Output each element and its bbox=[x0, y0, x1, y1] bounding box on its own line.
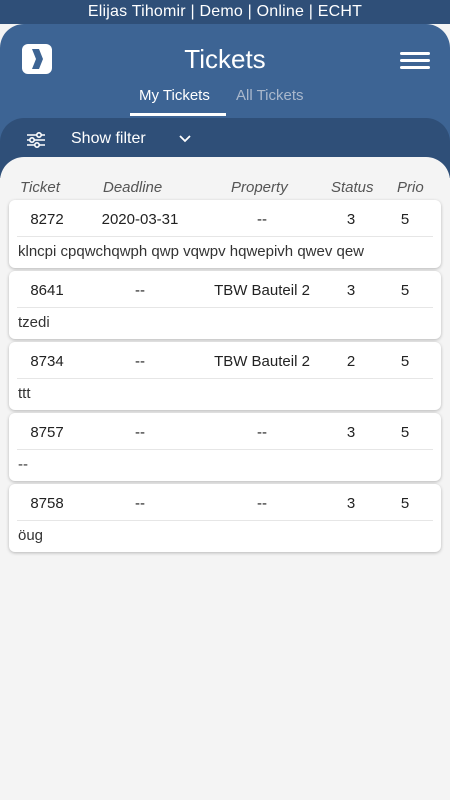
ticket-card[interactable]: 8272 2020-03-31 -- 3 5 klncpi cpqwchqwph… bbox=[9, 200, 441, 268]
ticket-property: TBW Bauteil 2 bbox=[214, 353, 310, 370]
tab-bar: My Tickets All Tickets bbox=[0, 86, 450, 118]
column-header-prio: Prio bbox=[397, 179, 424, 196]
status-bar: Elijas Tihomir | Demo | Online | ECHT bbox=[0, 0, 450, 24]
tab-all-tickets[interactable]: All Tickets bbox=[236, 86, 304, 106]
ticket-description: klncpi cpqwchqwph qwp vqwpv hqwepivh qwe… bbox=[18, 243, 365, 260]
status-bar-text: Elijas Tihomir | Demo | Online | ECHT bbox=[87, 3, 363, 20]
column-header-ticket: Ticket bbox=[20, 179, 60, 196]
chevron-down-icon bbox=[179, 135, 191, 143]
ticket-prio: 5 bbox=[400, 211, 410, 228]
ticket-description: tzedi bbox=[18, 314, 50, 331]
show-filter-label: Show filter bbox=[71, 130, 146, 147]
ticket-status: 3 bbox=[346, 424, 356, 441]
ticket-card[interactable]: 8758 -- -- 3 5 öug bbox=[9, 484, 441, 552]
ticket-deadline: -- bbox=[135, 353, 145, 370]
row-divider bbox=[17, 307, 433, 308]
ticket-description: öug bbox=[18, 527, 44, 544]
ticket-property: -- bbox=[257, 211, 267, 228]
ticket-deadline: 2020-03-31 bbox=[101, 211, 179, 228]
ticket-prio: 5 bbox=[400, 282, 410, 299]
row-divider bbox=[17, 378, 433, 379]
ticket-status: 3 bbox=[346, 282, 356, 299]
page-title: Tickets bbox=[184, 44, 266, 74]
ticket-number: 8734 bbox=[30, 353, 64, 370]
ticket-card[interactable]: 8641 -- TBW Bauteil 2 3 5 tzedi bbox=[9, 271, 441, 339]
ticket-status: 2 bbox=[346, 353, 356, 370]
ticket-property: -- bbox=[257, 495, 267, 512]
filter-sliders-icon bbox=[27, 132, 45, 148]
ticket-description: -- bbox=[18, 456, 28, 473]
ticket-property: TBW Bauteil 2 bbox=[214, 282, 310, 299]
ticket-number: 8757 bbox=[30, 424, 64, 441]
ticket-status: 3 bbox=[346, 211, 356, 228]
ticket-property: -- bbox=[257, 424, 267, 441]
ticket-prio: 5 bbox=[400, 495, 410, 512]
ticket-prio: 5 bbox=[400, 424, 410, 441]
hamburger-menu-icon[interactable] bbox=[400, 52, 430, 70]
ticket-deadline: -- bbox=[135, 282, 145, 299]
column-header-status: Status bbox=[331, 179, 374, 196]
ticket-number: 8272 bbox=[30, 211, 64, 228]
column-header-deadline: Deadline bbox=[103, 179, 163, 196]
row-divider bbox=[17, 520, 433, 521]
ticket-list-panel: Ticket Deadline Property Status Prio 827… bbox=[0, 157, 450, 800]
column-header-property: Property bbox=[231, 179, 288, 196]
ticket-card[interactable]: 8757 -- -- 3 5 -- bbox=[9, 413, 441, 481]
tab-my-tickets[interactable]: My Tickets bbox=[139, 86, 210, 106]
ticket-status: 3 bbox=[346, 495, 356, 512]
row-divider bbox=[17, 449, 433, 450]
row-divider bbox=[17, 236, 433, 237]
ticket-card[interactable]: 8734 -- TBW Bauteil 2 2 5 ttt bbox=[9, 342, 441, 410]
ticket-prio: 5 bbox=[400, 353, 410, 370]
ticket-number: 8641 bbox=[30, 282, 64, 299]
active-tab-indicator bbox=[130, 113, 226, 116]
ticket-deadline: -- bbox=[135, 424, 145, 441]
ticket-description: ttt bbox=[18, 385, 31, 402]
ticket-deadline: -- bbox=[135, 495, 145, 512]
ticket-number: 8758 bbox=[30, 495, 64, 512]
